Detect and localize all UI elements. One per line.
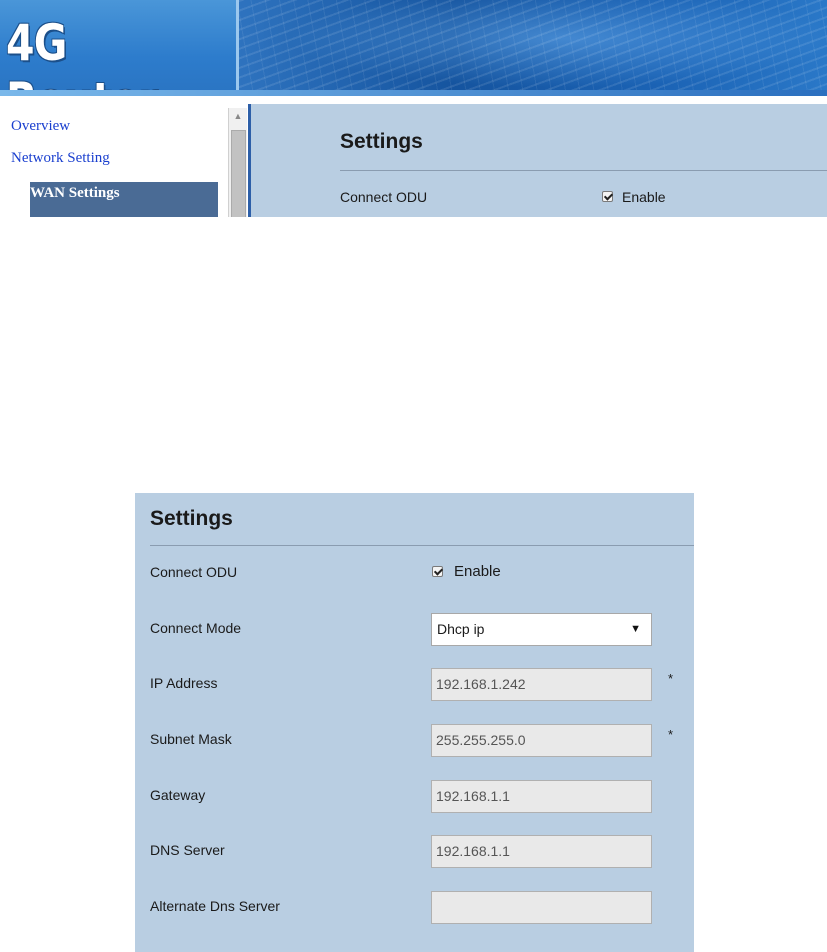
top-settings-title: Settings [340, 130, 423, 153]
header-stripe [0, 90, 827, 96]
dns-server-row: DNS Server 192.168.1.1 [135, 835, 694, 869]
dns-server-field[interactable]: 192.168.1.1 [431, 835, 652, 868]
settings-title: Settings [150, 507, 233, 530]
subnet-mask-row: Subnet Mask 255.255.255.0 * [135, 724, 694, 758]
top-connect-odu-checkbox[interactable] [602, 191, 613, 202]
settings-divider [150, 545, 694, 546]
alternate-dns-label: Alternate Dns Server [150, 898, 280, 914]
header-pattern [239, 0, 827, 96]
ip-address-label: IP Address [150, 675, 218, 691]
connect-odu-checkbox[interactable] [432, 566, 443, 577]
ip-address-required-mark: * [668, 671, 674, 686]
gateway-field[interactable]: 192.168.1.1 [431, 780, 652, 813]
gateway-label: Gateway [150, 787, 206, 803]
alternate-dns-row: Alternate Dns Server [135, 891, 694, 925]
router-logo: 4G Router [6, 14, 158, 96]
top-settings-panel: Settings Connect ODU Enable [251, 104, 827, 217]
sidebar-item-overview[interactable]: Overview [11, 118, 70, 135]
sidebar-item-network-setting[interactable]: Network Setting [11, 150, 110, 167]
ip-address-row: IP Address 192.168.1.242 * [135, 668, 694, 702]
sidebar-item-label: WAN Settings [30, 185, 120, 201]
settings-panel: Settings Connect ODU Enable Connect Mode… [135, 493, 694, 952]
connect-mode-value: Dhcp ip [437, 621, 485, 637]
subnet-mask-label: Subnet Mask [150, 731, 232, 747]
connect-odu-option[interactable]: Enable [454, 563, 501, 580]
subnet-mask-field[interactable]: 255.255.255.0 [431, 724, 652, 757]
alternate-dns-field[interactable] [431, 891, 652, 924]
connect-odu-label: Connect ODU [150, 564, 238, 580]
top-settings-divider [340, 170, 827, 171]
scroll-up-arrow-icon[interactable]: ▲ [229, 108, 247, 124]
sidebar: Overview Network Setting WAN Settings ▲ [0, 104, 251, 217]
sidebar-scrollbar[interactable]: ▲ [228, 108, 247, 217]
connect-mode-label: Connect Mode [150, 620, 242, 636]
connect-mode-row: Connect Mode Dhcp ip ▼ [135, 613, 694, 647]
top-connect-odu-label: Connect ODU [340, 189, 428, 205]
scroll-thumb[interactable] [231, 130, 246, 217]
ip-address-field[interactable]: 192.168.1.242 [431, 668, 652, 701]
top-connect-odu-option[interactable]: Enable [622, 189, 666, 205]
sidebar-item-wan-settings[interactable]: WAN Settings [30, 182, 218, 217]
subnet-mask-required-mark: * [668, 727, 674, 742]
gateway-row: Gateway 192.168.1.1 [135, 780, 694, 814]
logo-panel: 4G Router [0, 0, 239, 96]
router-admin-screenshot: 4G Router Overview Network Setting WAN S… [0, 0, 827, 217]
dropdown-arrow-icon: ▼ [630, 623, 641, 635]
dns-server-label: DNS Server [150, 842, 225, 858]
header-banner: 4G Router [0, 0, 827, 96]
connect-mode-select[interactable]: Dhcp ip ▼ [431, 613, 652, 646]
connect-odu-row: Connect ODU Enable [135, 557, 694, 591]
